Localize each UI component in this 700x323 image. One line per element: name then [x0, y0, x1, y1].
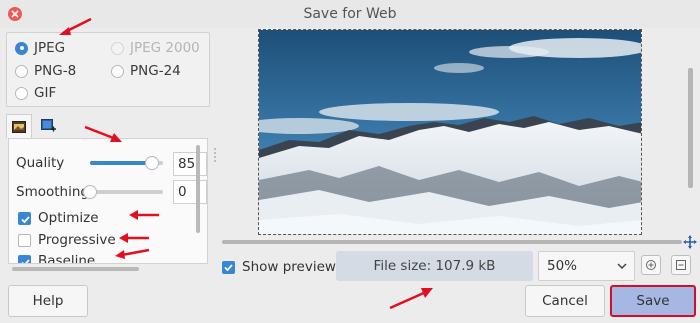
zoom-out-button[interactable] [671, 255, 691, 275]
save-button[interactable]: Save [610, 285, 696, 317]
checkbox-checked-icon [222, 260, 235, 274]
checkbox-unchecked-icon [18, 233, 31, 247]
radio-jpeg2000: JPEG 2000 [111, 40, 200, 56]
window-title: Save for Web [303, 6, 397, 22]
optimize-checkbox[interactable]: Optimize [18, 210, 99, 226]
help-button[interactable]: Help [8, 285, 88, 317]
settings-vertical-scrollbar[interactable] [196, 145, 200, 233]
tab-image-add[interactable] [36, 114, 62, 138]
radio-label: PNG-8 [34, 63, 77, 79]
jpeg-settings-panel: Quality 85 Smoothing 0 Optimize Progress… [8, 138, 208, 264]
radio-png8[interactable]: PNG-8 [15, 63, 76, 79]
radio-button-icon [111, 41, 124, 55]
preview-image [258, 29, 642, 235]
image-add-icon [41, 119, 56, 132]
radio-label: GIF [34, 85, 57, 101]
smoothing-slider[interactable] [83, 185, 163, 199]
baseline-label: Baseline [38, 253, 96, 264]
quality-slider[interactable] [90, 156, 163, 170]
radio-button-icon [111, 64, 124, 78]
preview-canvas[interactable] [220, 28, 680, 235]
checkbox-checked-icon [18, 211, 31, 225]
optimize-label: Optimize [38, 210, 99, 226]
smoothing-label: Smoothing [16, 184, 89, 200]
smoothing-slider-handle[interactable] [83, 185, 97, 199]
show-preview-checkbox[interactable]: Show preview [222, 259, 336, 275]
quality-label: Quality [16, 155, 65, 171]
quality-slider-fill [90, 161, 153, 165]
move-icon[interactable] [683, 235, 697, 249]
annotation-arrow-icon [389, 288, 433, 310]
preview-horizontal-scrollbar[interactable] [222, 240, 682, 244]
zoom-value: 50% [547, 258, 578, 274]
quality-slider-handle[interactable] [145, 156, 160, 170]
tab-image-settings[interactable] [6, 114, 32, 138]
settings-horizontal-scrollbar[interactable] [12, 267, 139, 271]
radio-label: PNG-24 [130, 63, 181, 79]
chevron-down-icon [617, 263, 627, 270]
checkbox-checked-icon [18, 254, 31, 263]
image-settings-icon [12, 120, 26, 133]
zoom-out-icon [676, 260, 686, 270]
radio-gif[interactable]: GIF [15, 85, 56, 101]
smoothing-value-field[interactable]: 0 [173, 180, 207, 204]
radio-label: JPEG [34, 40, 66, 56]
show-preview-label: Show preview [242, 259, 336, 275]
radio-button-icon [15, 41, 28, 55]
file-size-indicator: File size: 107.9 kB [336, 251, 533, 281]
zoom-in-button[interactable] [641, 255, 661, 275]
format-group: JPEG JPEG 2000 PNG-8 PNG-24 GIF [6, 32, 210, 107]
progressive-checkbox[interactable]: Progressive [18, 232, 116, 248]
progressive-label: Progressive [38, 232, 116, 248]
quality-value-field[interactable]: 85 [173, 152, 207, 176]
zoom-dropdown[interactable]: 50% [538, 251, 635, 281]
cancel-button[interactable]: Cancel [525, 285, 605, 317]
preview-vertical-scrollbar[interactable] [688, 68, 693, 188]
pane-splitter-handle[interactable] [214, 148, 216, 162]
radio-label: JPEG 2000 [130, 40, 200, 56]
radio-button-icon [15, 64, 28, 78]
radio-button-icon [15, 86, 28, 100]
save-for-web-dialog: Save for Web JPEG JPEG 2000 PNG-8 PNG-24… [0, 0, 700, 323]
radio-png24[interactable]: PNG-24 [111, 63, 181, 79]
baseline-checkbox[interactable]: Baseline [18, 253, 96, 264]
zoom-in-icon [646, 260, 656, 270]
title-bar: Save for Web [0, 0, 700, 28]
radio-jpeg[interactable]: JPEG [15, 40, 65, 56]
